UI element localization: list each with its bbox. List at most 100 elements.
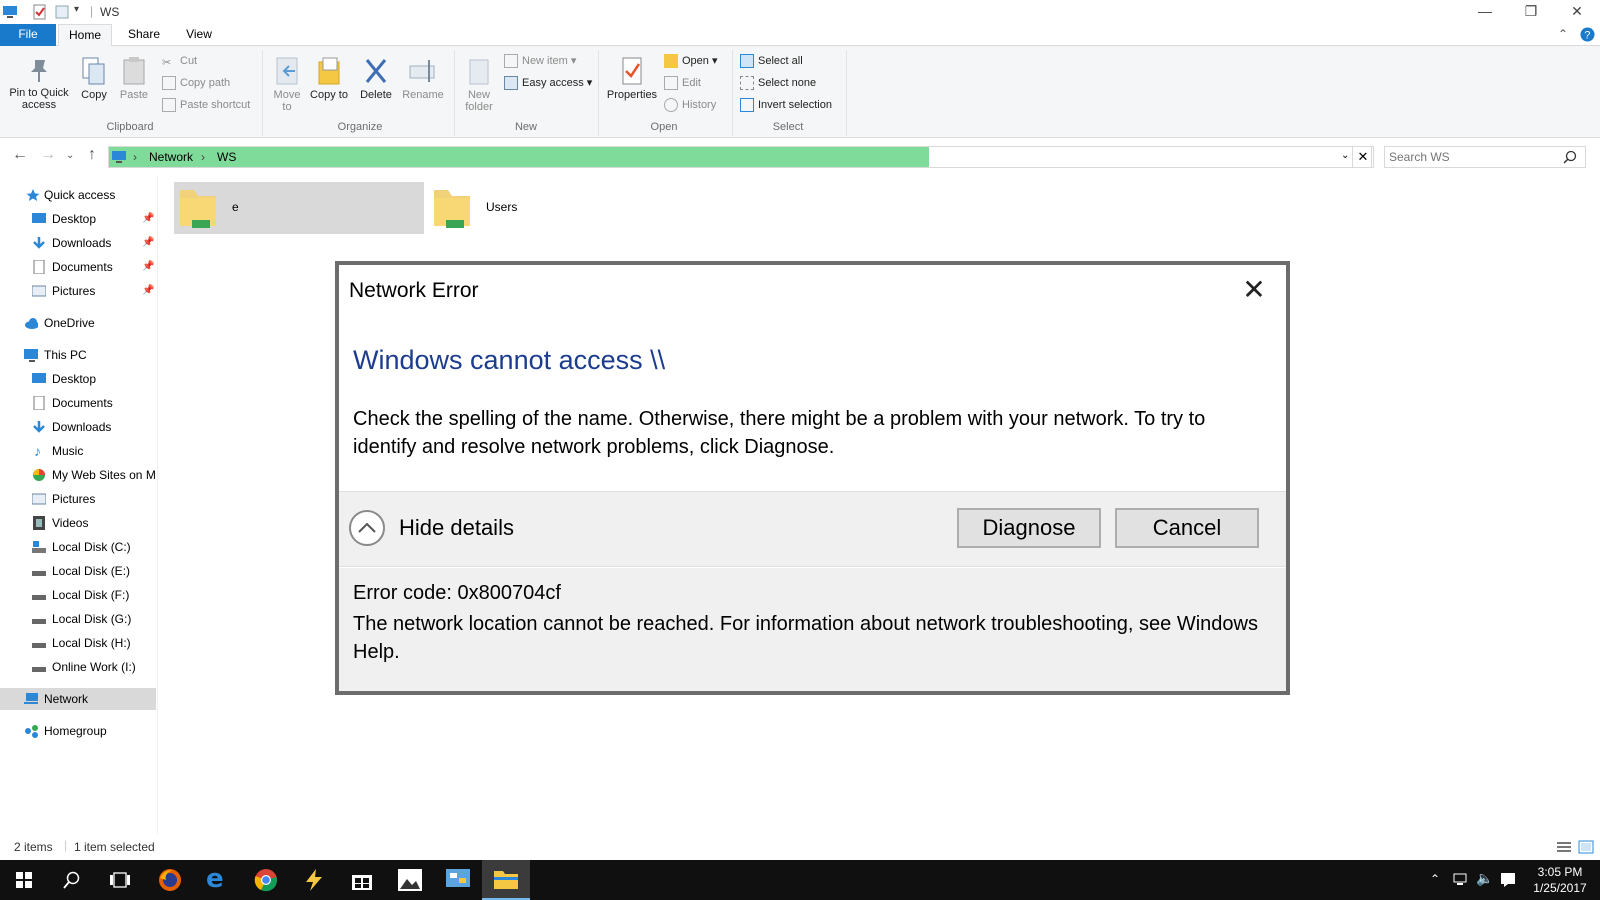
history-button[interactable]: History xyxy=(664,96,716,114)
nav-onedrive[interactable]: OneDrive xyxy=(0,312,156,334)
tab-view[interactable]: View xyxy=(174,24,224,46)
invert-selection-button[interactable]: Invert selection xyxy=(740,96,832,114)
computer-icon[interactable] xyxy=(2,4,18,20)
nav-local-disk-g[interactable]: Local Disk (G:) xyxy=(0,608,156,630)
cut-button[interactable]: ✂ Cut xyxy=(162,52,197,70)
taskbar-time[interactable]: 3:05 PM xyxy=(1530,865,1590,879)
select-all-button[interactable]: Select all xyxy=(740,52,803,70)
control-panel-taskbar-icon[interactable] xyxy=(434,860,482,900)
search-icon[interactable] xyxy=(1563,150,1577,164)
select-none-button[interactable]: Select none xyxy=(740,74,816,92)
nav-pc-pictures[interactable]: Pictures xyxy=(0,488,156,510)
details-view-icon[interactable] xyxy=(1556,840,1572,854)
new-folder-quick-icon[interactable] xyxy=(54,4,70,20)
show-hidden-icons-chevron-icon[interactable]: ⌃ xyxy=(1430,872,1440,886)
restore-button[interactable]: ❐ xyxy=(1508,0,1554,24)
properties-button[interactable]: Properties xyxy=(604,56,660,101)
copy-icon xyxy=(82,57,105,85)
file-explorer-taskbar-icon[interactable] xyxy=(482,860,530,900)
nav-online-work-i[interactable]: Online Work (I:) xyxy=(0,656,156,678)
help-icon[interactable]: ? xyxy=(1580,27,1595,42)
nav-local-disk-h[interactable]: Local Disk (H:) xyxy=(0,632,156,654)
edge-taskbar-icon[interactable]: e xyxy=(194,860,242,900)
tab-share[interactable]: Share xyxy=(116,24,172,46)
nav-pc-desktop[interactable]: Desktop xyxy=(0,368,156,390)
pin-icon[interactable]: 📌 xyxy=(142,280,154,302)
nav-pc-documents[interactable]: Documents xyxy=(0,392,156,414)
nav-local-disk-e[interactable]: Local Disk (E:) xyxy=(0,560,156,582)
store-taskbar-icon[interactable] xyxy=(338,860,386,900)
pin-icon[interactable]: 📌 xyxy=(142,256,154,278)
large-icons-view-icon[interactable] xyxy=(1578,840,1594,854)
minimize-button[interactable]: — xyxy=(1462,0,1508,24)
nav-label: Pictures xyxy=(52,284,96,298)
tab-file[interactable]: File xyxy=(0,24,56,46)
forward-arrow-icon[interactable]: → xyxy=(40,146,56,164)
network-tray-icon[interactable] xyxy=(1452,872,1470,888)
breadcrumb-network[interactable]: Network xyxy=(149,150,193,164)
pin-icon[interactable]: 📌 xyxy=(142,208,154,230)
copy-button[interactable]: Copy xyxy=(76,56,112,101)
up-arrow-icon[interactable]: ↑ xyxy=(88,146,96,164)
address-dropdown-chevron-icon[interactable]: ⌄ xyxy=(1341,150,1349,161)
nav-quick-pictures[interactable]: Pictures 📌 xyxy=(0,280,156,302)
volume-icon[interactable]: 🔈 xyxy=(1476,870,1493,887)
properties-quick-icon[interactable] xyxy=(32,4,48,20)
nav-pc-music[interactable]: ♪ Music xyxy=(0,440,156,462)
nav-pc-downloads[interactable]: Downloads xyxy=(0,416,156,438)
task-view-button[interactable] xyxy=(96,860,144,900)
nav-homegroup[interactable]: Homegroup xyxy=(0,720,156,742)
homegroup-icon xyxy=(25,725,38,738)
action-center-icon[interactable] xyxy=(1500,872,1516,888)
dialog-close-button[interactable]: ✕ xyxy=(1234,273,1274,309)
open-button[interactable]: Open ▾ xyxy=(664,52,718,70)
cancel-button[interactable]: Cancel xyxy=(1115,508,1259,548)
edit-button[interactable]: Edit xyxy=(664,74,701,92)
minimize-ribbon-icon[interactable]: ⌃ xyxy=(1558,27,1568,41)
nav-quick-desktop[interactable]: Desktop 📌 xyxy=(0,208,156,230)
search-box[interactable] xyxy=(1384,146,1586,168)
nav-local-disk-c[interactable]: Local Disk (C:) xyxy=(0,536,156,558)
address-bar[interactable]: › Network › WS ⌄ xyxy=(108,146,1372,168)
search-taskbar-button[interactable] xyxy=(48,860,96,900)
recent-locations-chevron-icon[interactable]: ⌄ xyxy=(66,150,74,161)
nav-quick-access[interactable]: Quick access xyxy=(0,184,156,206)
paste-shortcut-button[interactable]: Paste shortcut xyxy=(162,96,250,114)
cloud-icon xyxy=(25,318,38,329)
copy-to-button[interactable]: Copy to xyxy=(310,56,348,101)
nav-pc-videos[interactable]: Videos xyxy=(0,512,156,534)
new-item-button[interactable]: New item ▾ xyxy=(504,52,576,70)
start-button[interactable] xyxy=(0,860,48,900)
rename-button[interactable]: Rename xyxy=(400,56,446,101)
nav-quick-downloads[interactable]: Downloads 📌 xyxy=(0,232,156,254)
folder-item-users[interactable]: Users xyxy=(428,182,588,234)
app-taskbar-icon[interactable] xyxy=(290,860,338,900)
taskbar-date[interactable]: 1/25/2017 xyxy=(1530,881,1590,895)
firefox-taskbar-icon[interactable] xyxy=(146,860,194,900)
diagnose-button[interactable]: Diagnose xyxy=(957,508,1101,548)
breadcrumb-ws[interactable]: WS xyxy=(217,150,236,164)
tab-home[interactable]: Home xyxy=(58,24,112,47)
easy-access-button[interactable]: Easy access ▾ xyxy=(504,74,592,92)
nav-network[interactable]: Network xyxy=(0,688,156,710)
nav-this-pc[interactable]: This PC xyxy=(0,344,156,366)
close-button[interactable]: ✕ xyxy=(1554,0,1600,24)
stop-x-icon[interactable]: ✕ xyxy=(1352,146,1374,168)
new-folder-button[interactable]: New folder xyxy=(460,56,498,113)
search-input[interactable] xyxy=(1389,149,1559,165)
pin-icon[interactable]: 📌 xyxy=(142,232,154,254)
paste-button[interactable]: Paste xyxy=(116,56,152,101)
customize-quick-access-icon[interactable]: ▾ xyxy=(74,4,79,20)
delete-button[interactable]: Delete xyxy=(356,56,396,101)
nav-local-disk-f[interactable]: Local Disk (F:) xyxy=(0,584,156,606)
photos-taskbar-icon[interactable] xyxy=(386,860,434,900)
copy-path-button[interactable]: Copy path xyxy=(162,74,230,92)
back-arrow-icon[interactable]: ← xyxy=(12,146,28,164)
pin-to-quick-access-button[interactable]: Pin to Quick access xyxy=(4,56,74,111)
chrome-taskbar-icon[interactable] xyxy=(242,860,290,900)
group-separator xyxy=(846,50,847,136)
move-to-button[interactable]: Move to xyxy=(268,56,306,113)
nav-quick-documents[interactable]: Documents 📌 xyxy=(0,256,156,278)
folder-item-e[interactable]: e xyxy=(174,182,424,234)
nav-pc-my-web-sites[interactable]: My Web Sites on M xyxy=(0,464,156,486)
